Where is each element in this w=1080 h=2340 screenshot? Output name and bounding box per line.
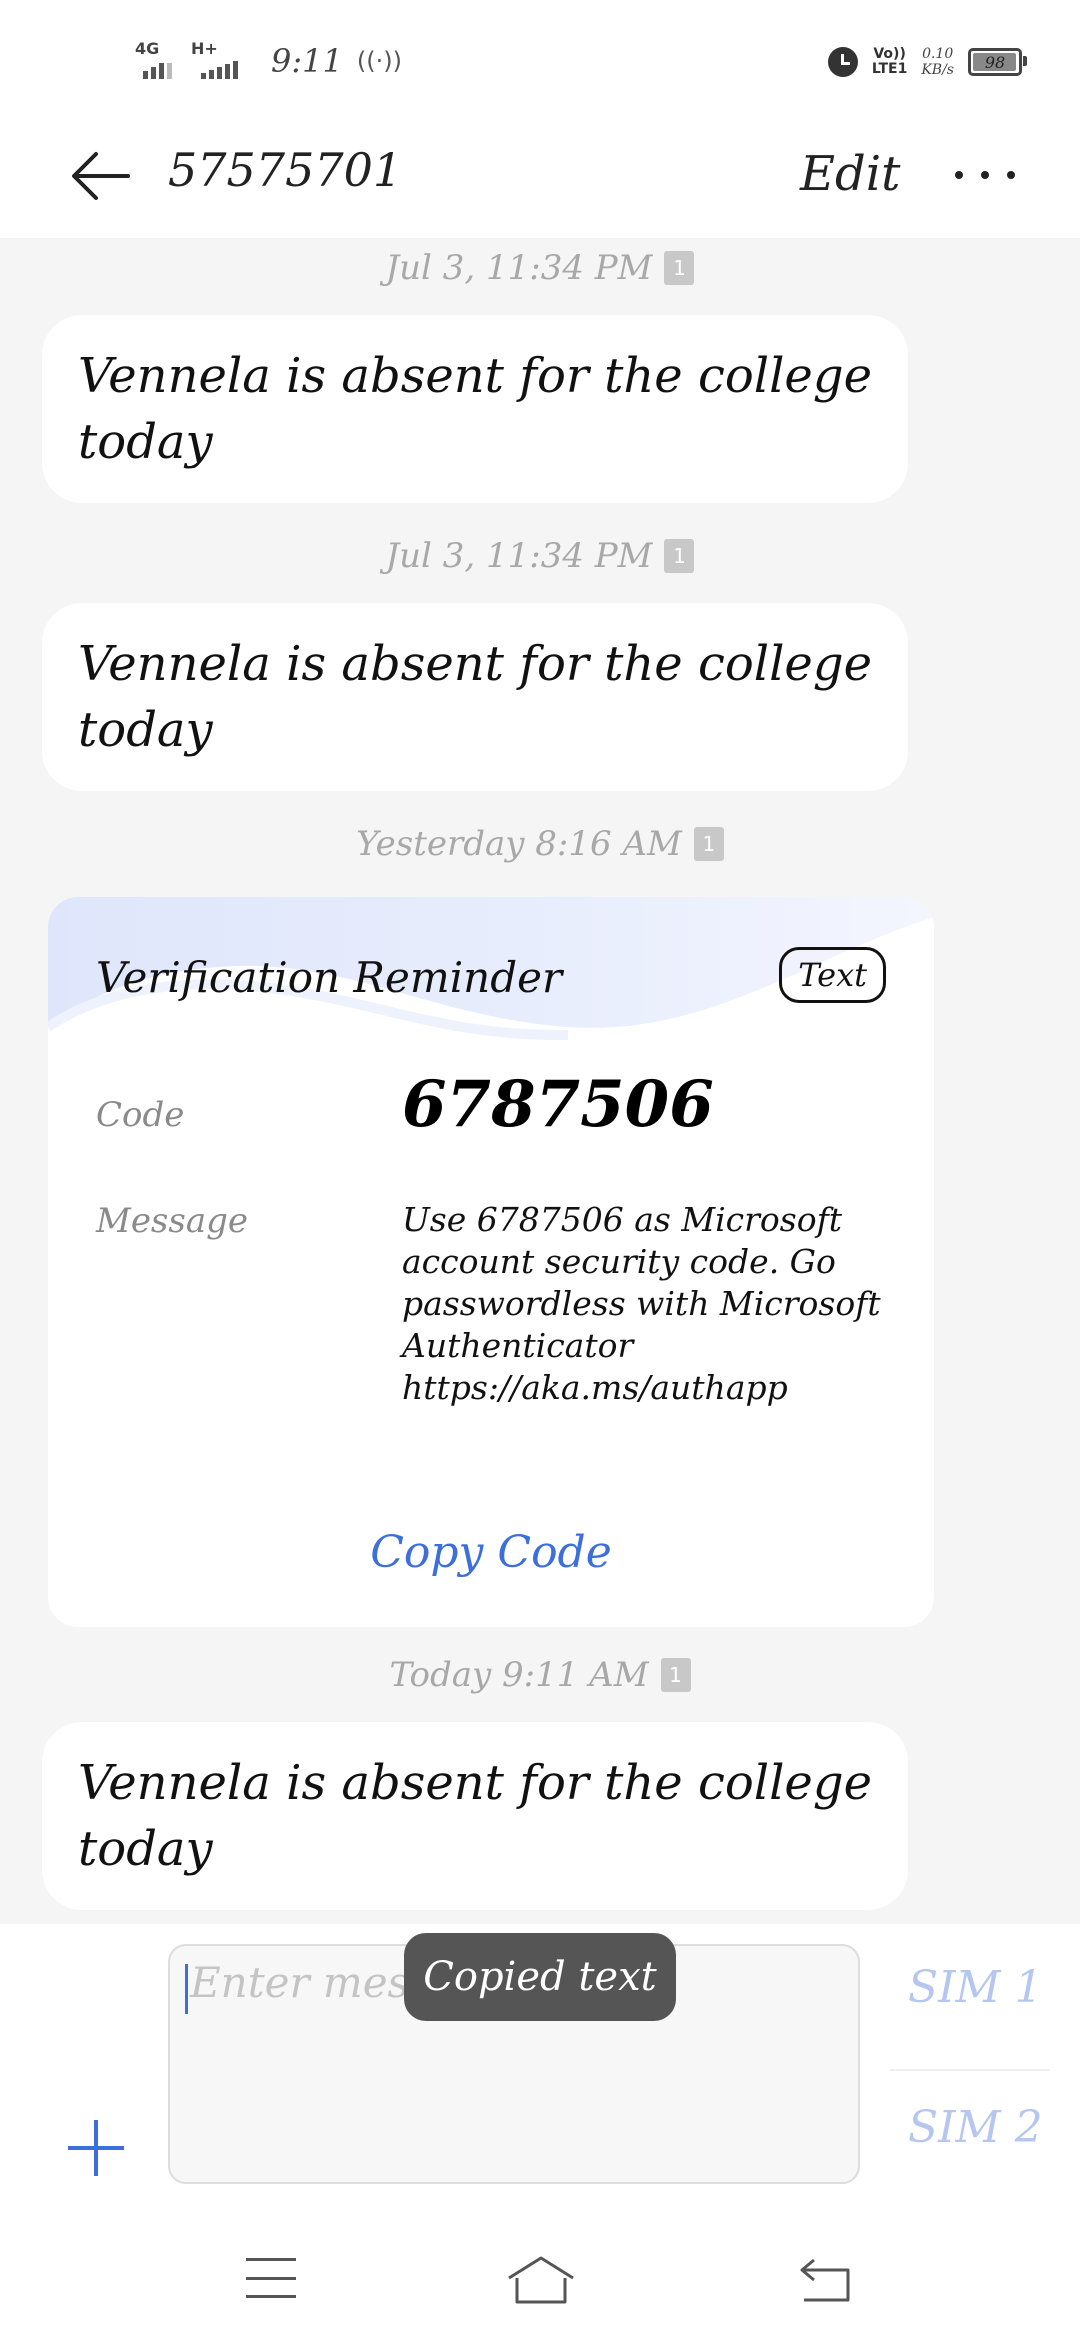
status-time: 9:11 <box>271 42 343 80</box>
more-dots-icon[interactable] <box>955 160 1015 190</box>
plus-icon[interactable] <box>62 2114 130 2182</box>
message-bubble[interactable]: Vennela is absent for the college today <box>42 315 908 503</box>
speed-value: 0.10 <box>922 46 954 62</box>
contact-title: 57575701 <box>168 143 403 197</box>
edit-button[interactable]: Edit <box>800 142 900 206</box>
sim-badge-icon: 1 <box>664 539 695 573</box>
status-bar: 4G H+ 9:11 ((·)) Vo)) LTE1 0.10 KB/s 98 <box>0 0 1080 120</box>
message-label: Message <box>96 1201 248 1241</box>
timestamp-text: Today 9:11 AM <box>389 1655 649 1695</box>
copy-code-button[interactable]: Copy Code <box>48 1527 934 1578</box>
sim-divider <box>890 2069 1050 2071</box>
message-text: Use 6787506 as Microsoft account securit… <box>402 1200 881 1407</box>
card-type-tag: Text <box>779 947 886 1003</box>
arrow-left-icon[interactable] <box>68 144 132 208</box>
send-sim2-button[interactable]: SIM 2 <box>908 2102 1043 2153</box>
hotspot-icon: ((·)) <box>356 47 402 75</box>
message-bubble[interactable]: Vennela is absent for the college today <box>42 603 908 791</box>
network-speed: 0.10 KB/s <box>921 46 954 78</box>
message-timestamp: Yesterday 8:16 AM 1 <box>0 824 1080 864</box>
verification-code: 6787506 <box>402 1067 714 1142</box>
sim-badge-icon: 1 <box>664 251 695 285</box>
send-sim1-button[interactable]: SIM 1 <box>908 1962 1043 2013</box>
message-timestamp: Today 9:11 AM 1 <box>0 1655 1080 1695</box>
signal-icon: H+ <box>191 39 249 79</box>
network-type-2: H+ <box>191 39 218 58</box>
alarm-icon <box>827 47 858 77</box>
signal-icon: 4G <box>135 39 177 79</box>
status-right: Vo)) LTE1 0.10 KB/s 98 <box>827 40 1027 84</box>
volte-icon: Vo)) LTE1 <box>872 47 907 77</box>
conversation-header: 57575701 Edit <box>0 120 1080 238</box>
lte-label: LTE1 <box>871 61 908 77</box>
message-timestamp: Jul 3, 11:34 PM 1 <box>0 248 1080 288</box>
home-icon[interactable] <box>505 2254 577 2306</box>
battery-icon: 98 <box>968 48 1027 76</box>
sim-badge-icon: 1 <box>693 827 724 861</box>
copied-toast: Copied text <box>404 1933 676 2021</box>
timestamp-text: Yesterday 8:16 AM <box>356 824 682 864</box>
message-bubble[interactable]: Vennela is absent for the college today <box>42 1722 908 1910</box>
code-label: Code <box>96 1095 185 1135</box>
sim-badge-icon: 1 <box>660 1658 691 1692</box>
speed-unit: KB/s <box>921 62 954 78</box>
timestamp-text: Jul 3, 11:34 PM <box>385 248 653 288</box>
text-caret <box>185 1964 188 2014</box>
battery-level: 98 <box>984 52 1006 72</box>
navigation-bar <box>0 2224 1080 2340</box>
back-icon[interactable] <box>798 2256 854 2304</box>
message-timestamp: Jul 3, 11:34 PM 1 <box>0 536 1080 576</box>
menu-icon[interactable] <box>246 2258 296 2298</box>
status-left: 4G H+ 9:11 ((·)) <box>135 38 402 84</box>
message-input-placeholder: Enter mess <box>190 1958 431 2007</box>
verification-card[interactable]: Verification Reminder Text Code 6787506 … <box>48 897 934 1627</box>
timestamp-text: Jul 3, 11:34 PM <box>385 536 653 576</box>
volte-label: Vo)) <box>873 46 906 62</box>
network-type-1: 4G <box>135 39 160 58</box>
card-title: Verification Reminder <box>96 953 563 1002</box>
